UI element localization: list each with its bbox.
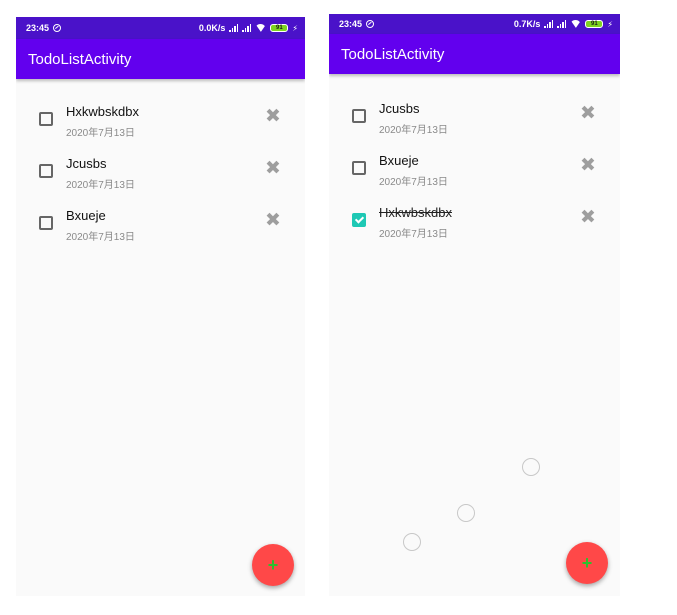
touch-ripple [457,504,475,522]
todo-date: 2020年7月13日 [379,177,448,188]
battery-icon: 91 [585,20,604,28]
page-title: TodoListActivity [341,45,445,63]
status-time: 23:45 [26,23,50,33]
wifi-icon [570,20,581,28]
signal-icon [242,24,252,32]
signal-icon [229,24,239,32]
app-bar: TodoListActivity [329,34,620,74]
network-speed: 0.0K/s [198,23,226,33]
list-item[interactable]: Hxkwbskdbx 2020年7月13日 ✖ [16,104,305,162]
charging-icon: ⚡ [292,23,298,33]
do-not-disturb-icon [53,24,62,32]
right-screen: 23:45 0.7K/s 91 ⚡ TodoListActivity Jcusb… [329,14,620,596]
close-icon[interactable]: ✖ [265,211,281,230]
todo-date: 2020年7月13日 [379,125,448,136]
close-icon[interactable]: ✖ [580,156,596,175]
page-title: TodoListActivity [28,50,132,68]
todo-title: Jcusbs [379,101,420,116]
todo-checkbox[interactable] [352,161,366,175]
todo-title: Jcusbs [66,156,107,171]
todo-checkbox[interactable] [39,164,53,178]
todo-title: Hxkwbskdbx [66,104,139,119]
app-bar: TodoListActivity [16,39,305,79]
list-item[interactable]: Jcusbs 2020年7月13日 ✖ [329,101,620,159]
signal-icon [557,20,567,28]
battery-icon: 91 [270,24,289,32]
add-todo-button[interactable]: + [566,542,608,584]
todo-date: 2020年7月13日 [379,229,448,240]
todo-title: Hxkwbskdbx [379,205,452,220]
touch-ripple [522,458,540,476]
close-icon[interactable]: ✖ [580,104,596,123]
wifi-icon [255,24,266,32]
network-speed: 0.7K/s [513,19,541,29]
list-item[interactable]: Jcusbs 2020年7月13日 ✖ [16,156,305,214]
todo-title: Bxueje [379,153,419,168]
status-time: 23:45 [339,19,363,29]
status-bar: 23:45 0.7K/s 91 ⚡ [329,14,620,34]
close-icon[interactable]: ✖ [265,107,281,126]
plus-icon: + [267,554,279,575]
do-not-disturb-icon [366,20,375,28]
todo-date: 2020年7月13日 [66,128,135,139]
todo-checkbox[interactable] [39,216,53,230]
signal-icon [544,20,554,28]
list-item[interactable]: Bxueje 2020年7月13日 ✖ [16,208,305,266]
todo-checkbox[interactable] [39,112,53,126]
list-item[interactable]: Hxkwbskdbx 2020年7月13日 ✖ [329,205,620,263]
todo-date: 2020年7月13日 [66,180,135,191]
close-icon[interactable]: ✖ [580,208,596,227]
todo-checkbox-checked[interactable] [352,213,366,227]
touch-ripple [403,533,421,551]
plus-icon: + [581,552,593,573]
todo-date: 2020年7月13日 [66,232,135,243]
todo-title: Bxueje [66,208,106,223]
close-icon[interactable]: ✖ [265,159,281,178]
left-screen: 23:45 0.0K/s 91 ⚡ TodoListActivity Hxkwb… [16,17,305,596]
todo-checkbox[interactable] [352,109,366,123]
status-bar: 23:45 0.0K/s 91 ⚡ [16,17,305,39]
add-todo-button[interactable]: + [252,544,294,586]
charging-icon: ⚡ [607,19,613,29]
list-item[interactable]: Bxueje 2020年7月13日 ✖ [329,153,620,211]
